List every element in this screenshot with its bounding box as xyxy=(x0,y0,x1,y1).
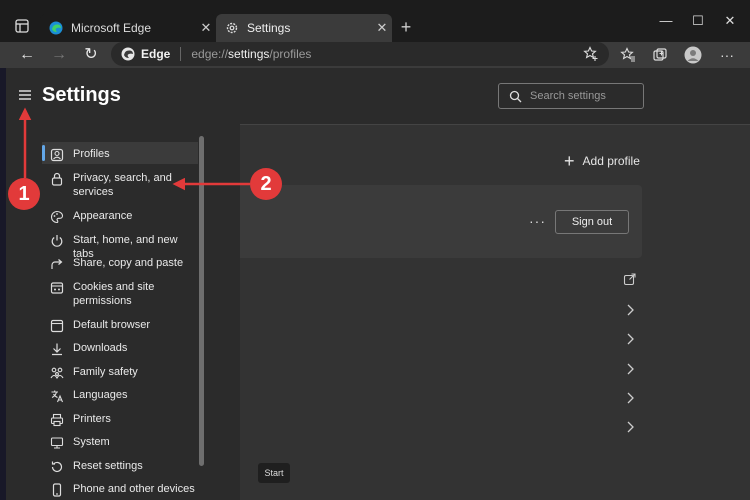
nav-item-profiles[interactable]: Profiles xyxy=(36,147,198,162)
tooltip: Start xyxy=(258,463,290,483)
forward-button[interactable]: → xyxy=(48,44,70,66)
browser-icon xyxy=(50,319,64,333)
add-profile-button[interactable]: + Add profile xyxy=(564,152,640,170)
lock-icon xyxy=(50,172,64,186)
phone-icon xyxy=(50,483,64,497)
reset-icon xyxy=(50,460,64,474)
nav-item-languages[interactable]: Languages xyxy=(36,388,198,403)
tab-label: Settings xyxy=(247,21,291,35)
nav-item-phone-devices[interactable]: Phone and other devices xyxy=(36,482,198,497)
annotation-badge-2: 2 xyxy=(250,168,282,200)
chevron-right-icon[interactable] xyxy=(624,362,636,376)
profile-more-button[interactable]: ··· xyxy=(529,213,546,229)
download-icon xyxy=(50,342,64,356)
nav-item-reset[interactable]: Reset settings xyxy=(36,459,198,474)
cookie-icon xyxy=(50,281,64,295)
close-tab-icon[interactable]: ✕ xyxy=(196,20,216,36)
nav-label: System xyxy=(73,436,110,448)
annotation-badge-1: 1 xyxy=(8,178,40,210)
search-placeholder: Search settings xyxy=(530,90,606,102)
sidebar-scrollbar[interactable] xyxy=(199,136,204,466)
nav-item-share[interactable]: Share, copy and paste xyxy=(36,256,198,271)
nav-item-printers[interactable]: Printers xyxy=(36,412,198,427)
chevron-right-icon[interactable] xyxy=(624,332,636,346)
nav-label: Phone and other devices xyxy=(73,483,195,495)
chevron-right-icon[interactable] xyxy=(624,391,636,405)
back-button[interactable]: ← xyxy=(16,44,38,66)
sign-out-button[interactable]: Sign out xyxy=(555,210,629,234)
profile-avatar-icon[interactable] xyxy=(682,44,704,66)
power-icon xyxy=(50,234,64,248)
address-divider xyxy=(180,47,182,61)
nav-item-family-safety[interactable]: Family safety xyxy=(36,365,198,380)
search-settings-input[interactable]: Search settings xyxy=(498,83,644,109)
printer-icon xyxy=(50,413,64,427)
nav-label: Reset settings xyxy=(73,460,143,472)
nav-label: Default browser xyxy=(73,319,151,331)
gear-icon xyxy=(224,20,240,36)
tab-actions-icon[interactable] xyxy=(14,18,30,34)
chevron-right-icon[interactable] xyxy=(624,303,636,317)
nav-item-cookies[interactable]: Cookies and site permissions xyxy=(36,280,198,308)
edge-logo-icon xyxy=(48,20,64,36)
address-bar[interactable]: Edge edge://settings/profiles xyxy=(111,42,609,66)
nav-item-privacy[interactable]: Privacy, search, and services xyxy=(36,171,198,199)
nav-label: Share, copy and paste xyxy=(73,257,184,269)
minimize-button[interactable]: — xyxy=(651,12,681,30)
add-profile-label: Add profile xyxy=(582,154,640,168)
nav-label: Cookies and site permissions xyxy=(73,281,155,307)
nav-item-downloads[interactable]: Downloads xyxy=(36,341,198,356)
main-content xyxy=(240,68,750,500)
new-tab-button[interactable]: + xyxy=(396,16,416,38)
tab-microsoft-edge[interactable]: Microsoft Edge ✕ xyxy=(40,14,216,42)
tab-settings[interactable]: Settings ✕ xyxy=(216,14,392,42)
external-link-icon[interactable] xyxy=(623,273,636,286)
languages-icon xyxy=(50,389,64,403)
close-tab-icon[interactable]: ✕ xyxy=(372,20,392,36)
nav-item-system[interactable]: System xyxy=(36,435,198,450)
more-menu-icon[interactable]: ··· xyxy=(716,44,738,66)
nav-label: Privacy, search, and services xyxy=(73,172,172,198)
maximize-button[interactable]: ☐ xyxy=(683,12,713,30)
profile-icon xyxy=(50,148,64,162)
tab-label: Microsoft Edge xyxy=(71,21,152,35)
nav-label: Profiles xyxy=(73,148,110,160)
system-icon xyxy=(50,436,64,450)
search-icon xyxy=(509,90,522,103)
nav-label: Appearance xyxy=(73,210,133,222)
refresh-button[interactable]: ↻ xyxy=(80,44,102,66)
share-icon xyxy=(50,257,64,271)
nav-label: Languages xyxy=(73,389,128,401)
edge-logo-icon xyxy=(121,47,135,61)
hamburger-menu-icon[interactable] xyxy=(18,88,34,102)
palette-icon xyxy=(50,210,64,224)
nav-label: Printers xyxy=(73,413,111,425)
plus-icon: + xyxy=(564,151,575,171)
favorites-icon[interactable] xyxy=(617,44,639,66)
nav-item-appearance[interactable]: Appearance xyxy=(36,209,198,224)
page-title: Settings xyxy=(42,84,121,106)
settings-header xyxy=(240,68,750,125)
add-favorite-icon[interactable] xyxy=(583,46,599,62)
nav-label: Downloads xyxy=(73,342,128,354)
collections-icon[interactable] xyxy=(649,44,671,66)
nav-label: Family safety xyxy=(73,366,138,378)
site-label: Edge xyxy=(141,47,171,61)
close-window-button[interactable]: ✕ xyxy=(715,12,745,30)
url-text: edge://settings/profiles xyxy=(191,47,312,61)
family-icon xyxy=(50,366,64,380)
chevron-right-icon[interactable] xyxy=(624,420,636,434)
nav-item-default-browser[interactable]: Default browser xyxy=(36,318,198,333)
